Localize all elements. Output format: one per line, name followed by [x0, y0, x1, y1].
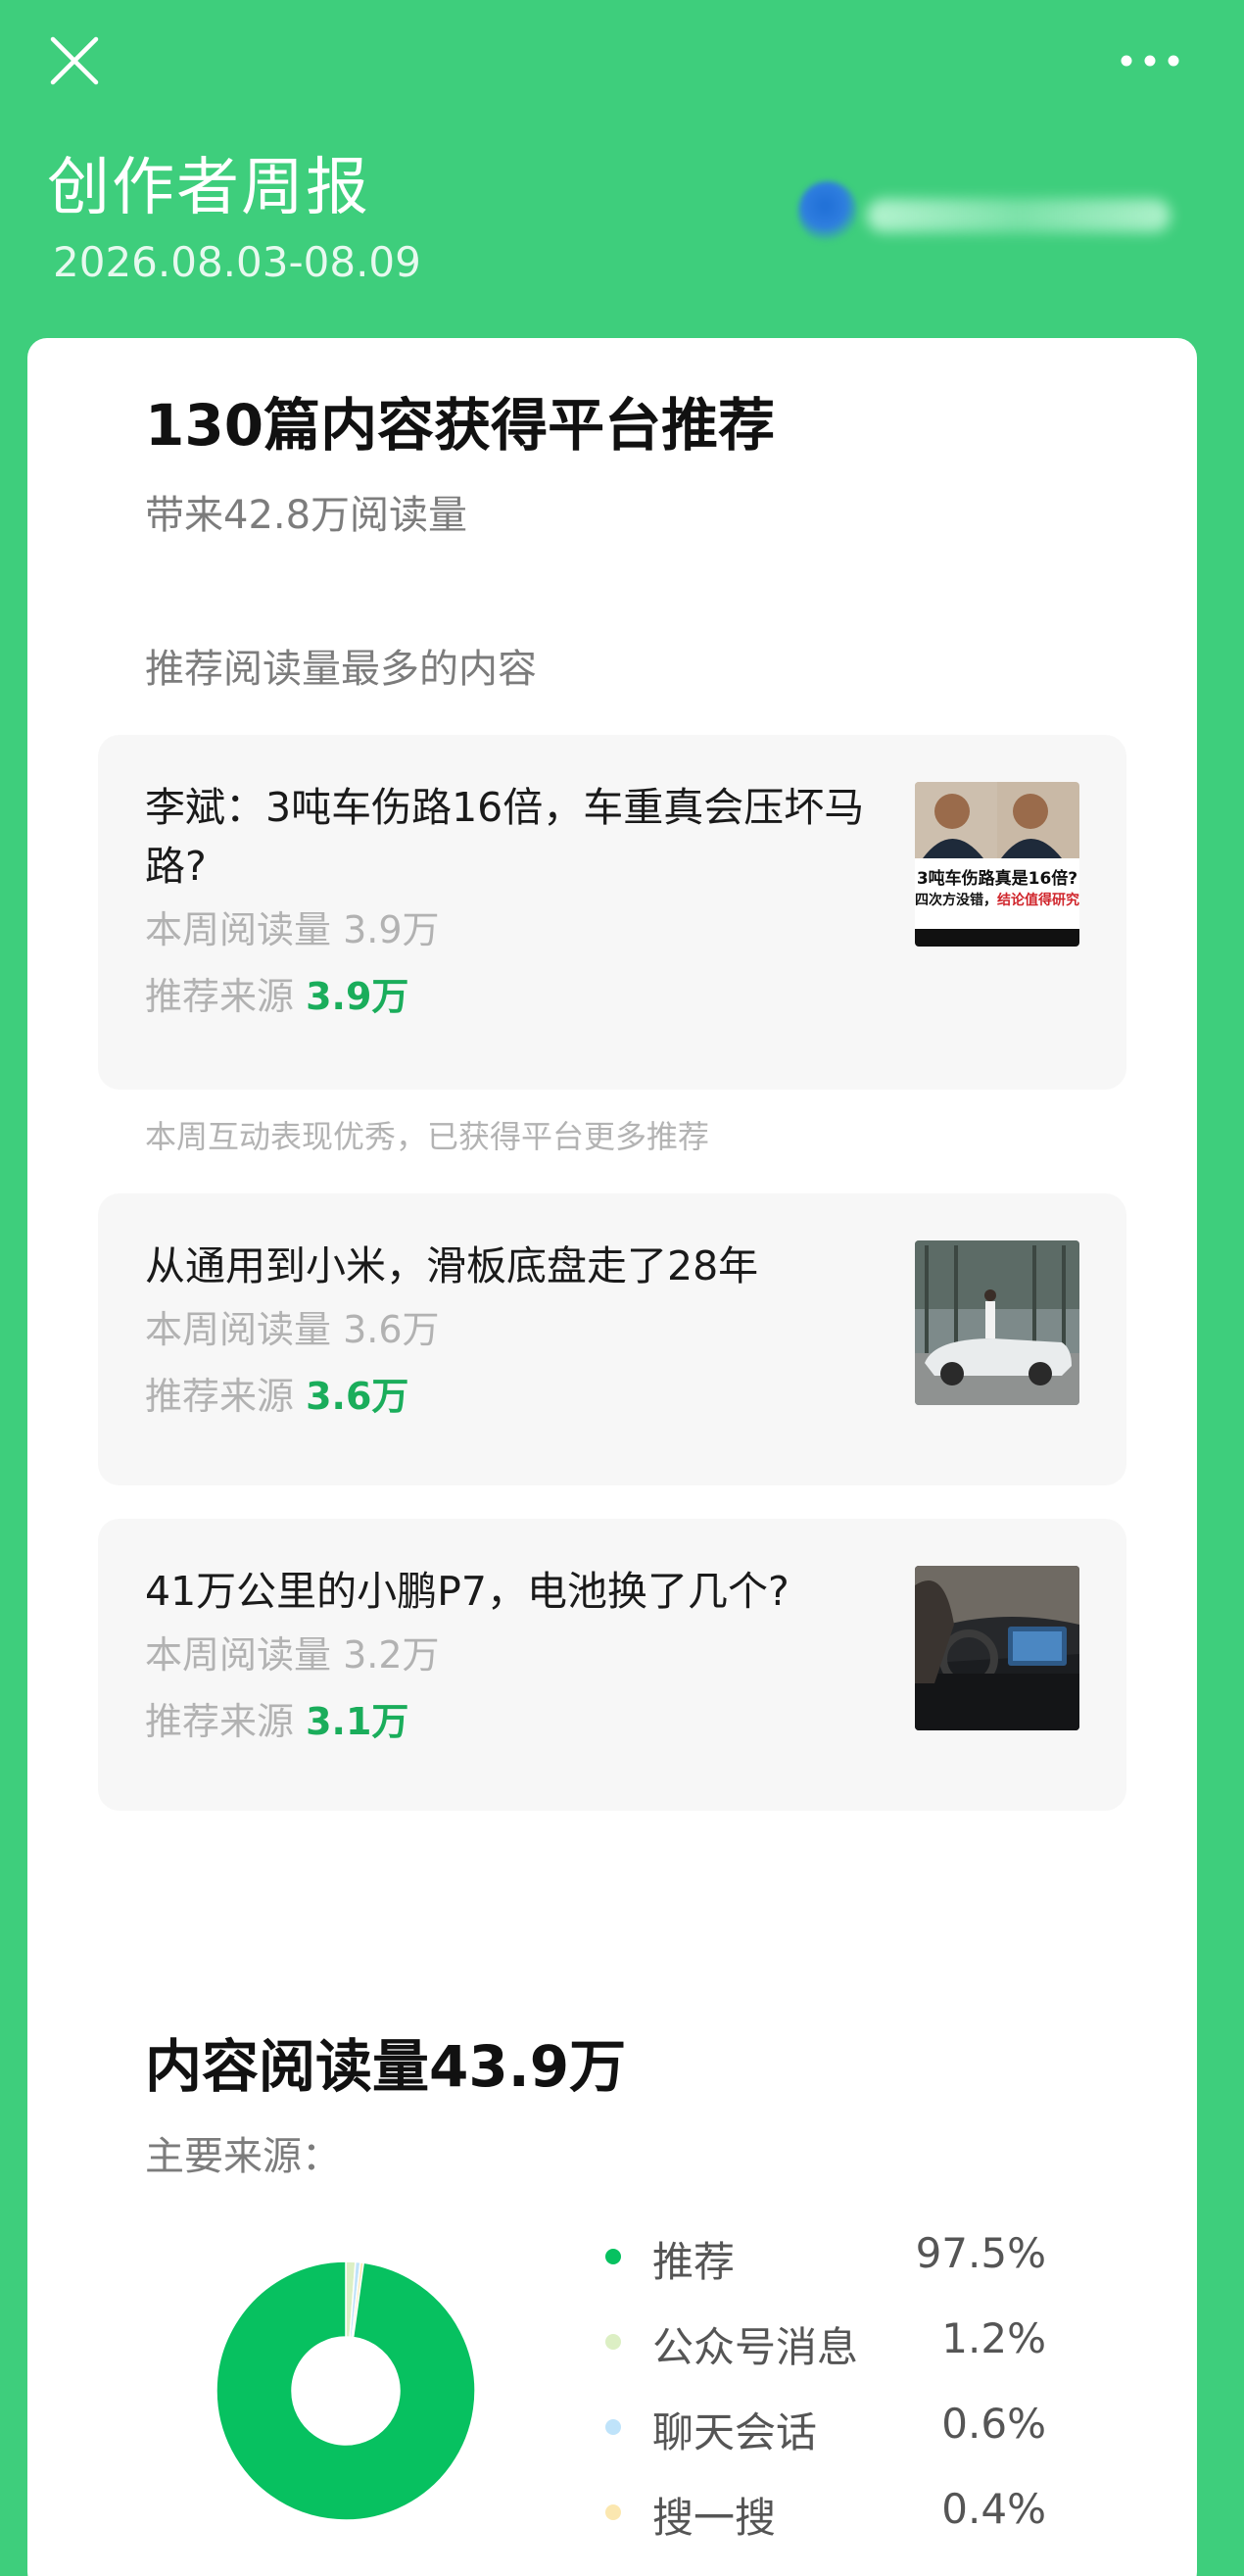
reads-subtitle: 主要来源： — [145, 2134, 341, 2179]
content-title: 从通用到小米，滑板底盘走了28年 — [145, 1242, 759, 1289]
content-title: 李斌：3吨车伤路16倍，车重真会压坏马路? — [145, 784, 865, 890]
content-thumbnail: 3吨车伤路真是16倍? 四次方没错，结论值得研究 — [915, 782, 1079, 947]
recommend-title: 130篇内容获得平台推荐 — [145, 392, 776, 459]
legend-dot — [605, 2249, 621, 2264]
content-item[interactable]: 41万公里的小鹏P7，电池换了几个? 本周阅读量 3.2万 推荐来源 3.1万 — [98, 1519, 1126, 1811]
legend-item: 公众号消息 1.2% — [586, 2312, 1046, 2371]
content-thumbnail — [915, 1566, 1079, 1730]
top-content-label: 推荐阅读量最多的内容 — [145, 647, 537, 692]
account-logo-blurred — [798, 181, 1180, 250]
header-bar: 创作者周报 2026.08.03-08.09 — [0, 0, 1244, 338]
content-title: 41万公里的小鹏P7，电池换了几个? — [145, 1568, 789, 1615]
reads-title: 内容阅读量43.9万 — [145, 2033, 627, 2100]
content-item[interactable]: 从通用到小米，滑板底盘走了28年 本周阅读量 3.6万 推荐来源 3.6万 — [98, 1193, 1126, 1485]
legend-dot — [605, 2334, 621, 2350]
recommend-source: 推荐来源 3.9万 — [145, 975, 409, 1018]
legend-item: 搜一搜 0.4% — [586, 2483, 1046, 2542]
content-thumbnail — [915, 1240, 1079, 1405]
recommend-source: 推荐来源 3.6万 — [145, 1375, 409, 1418]
date-range: 2026.08.03-08.09 — [53, 238, 421, 286]
report-card: 130篇内容获得平台推荐 带来42.8万阅读量 推荐阅读量最多的内容 李斌：3吨… — [27, 338, 1197, 2576]
weekly-reads: 本周阅读量 3.6万 — [145, 1308, 440, 1351]
page-title: 创作者周报 — [47, 152, 370, 224]
close-icon[interactable] — [47, 33, 102, 88]
donut-slice-推荐 — [215, 2260, 476, 2521]
content-item[interactable]: 李斌：3吨车伤路16倍，车重真会压坏马路? 本周阅读量 3.9万 推荐来源 3.… — [98, 735, 1126, 1090]
legend-item: 推荐 97.5% — [586, 2227, 1046, 2286]
weekly-reads: 本周阅读量 3.9万 — [145, 908, 440, 951]
reads-source-donut-chart — [215, 2260, 476, 2521]
legend-item: 聊天会话 0.6% — [586, 2398, 1046, 2456]
recommend-source: 推荐来源 3.1万 — [145, 1700, 409, 1743]
weekly-reads: 本周阅读量 3.2万 — [145, 1633, 440, 1677]
interaction-note: 本周互动表现优秀，已获得平台更多推荐 — [145, 1118, 710, 1155]
more-icon[interactable] — [1117, 41, 1183, 80]
recommend-subtitle: 带来42.8万阅读量 — [145, 493, 468, 538]
legend-dot — [605, 2504, 621, 2520]
legend-dot — [605, 2419, 621, 2435]
